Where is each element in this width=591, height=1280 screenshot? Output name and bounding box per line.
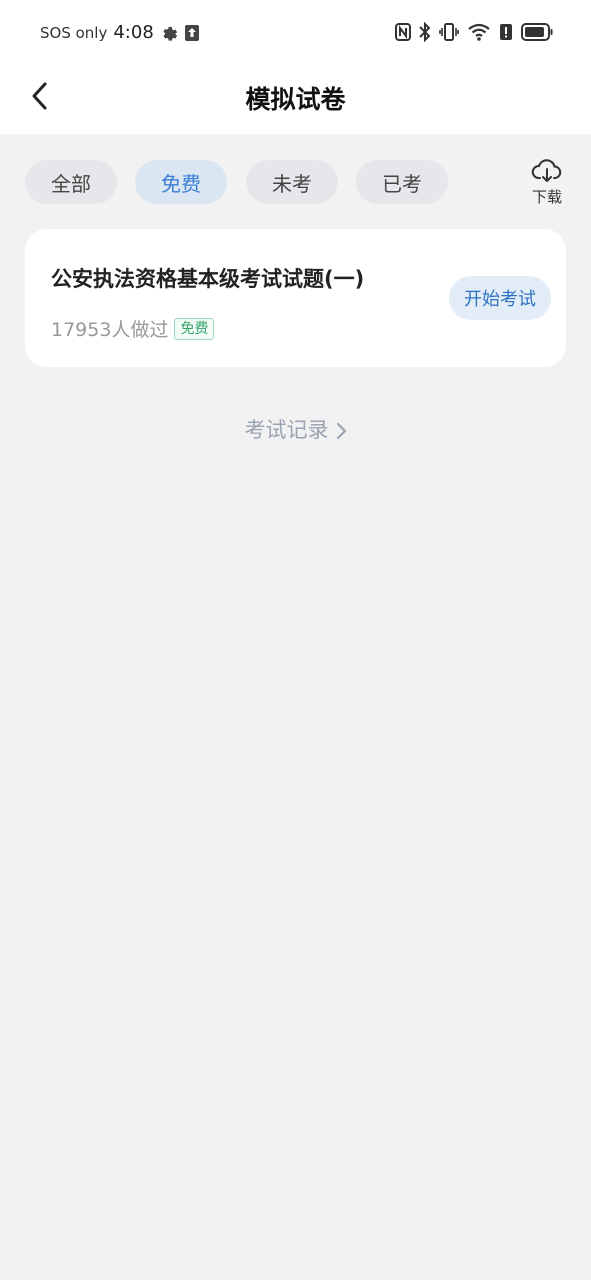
tab-not-taken[interactable]: 未考	[246, 160, 338, 204]
download-label: 下载	[531, 188, 562, 206]
alert-icon	[499, 23, 513, 41]
battery-icon	[521, 23, 553, 41]
exam-card[interactable]: 公安执法资格基本级考试试题(一) 17953人做过 免费 开始考试	[25, 229, 566, 367]
free-badge: 免费	[174, 317, 215, 340]
exam-records-link[interactable]: 考试记录	[0, 414, 591, 444]
bluetooth-icon	[419, 22, 431, 42]
download-button[interactable]: 下载	[527, 158, 567, 208]
settings-icon	[160, 24, 178, 42]
status-bar: SOS only 4:08	[0, 0, 591, 66]
wifi-icon	[467, 22, 491, 42]
chevron-right-icon	[335, 421, 347, 441]
top-panel: SOS only 4:08 模拟试卷	[0, 0, 591, 134]
tab-free[interactable]: 免费	[135, 160, 227, 204]
status-left: SOS only 4:08	[40, 22, 200, 43]
upload-icon	[184, 24, 200, 42]
tab-taken[interactable]: 已考	[356, 160, 448, 204]
tab-all[interactable]: 全部	[25, 160, 117, 204]
vibrate-icon	[439, 22, 459, 42]
carrier-text: SOS only	[40, 23, 108, 42]
taken-count: 17953人做过	[51, 319, 169, 341]
nav-bar: 模拟试卷	[0, 66, 591, 134]
start-exam-button[interactable]: 开始考试	[449, 276, 551, 320]
exam-title: 公安执法资格基本级考试试题(一)	[51, 267, 365, 291]
clock-time: 4:08	[113, 22, 154, 43]
page-title: 模拟试卷	[245, 85, 346, 114]
exam-meta: 17953人做过 免费	[51, 315, 215, 342]
cloud-download-icon	[531, 158, 563, 184]
filter-bar: 全部 免费 未考 已考 下载	[25, 158, 591, 208]
status-right	[395, 22, 553, 42]
records-label: 考试记录	[244, 418, 329, 442]
nfc-icon	[395, 23, 411, 41]
